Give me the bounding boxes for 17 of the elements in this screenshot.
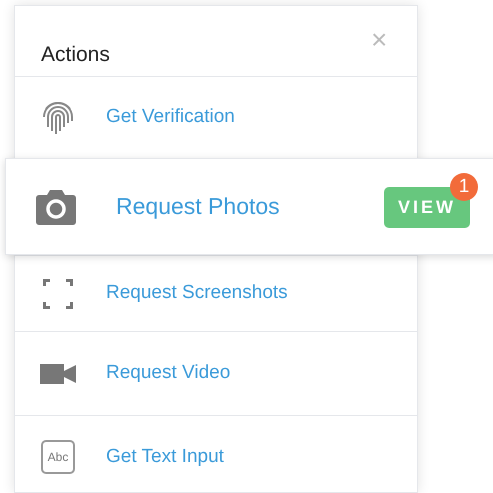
action-label: Get Text Input (106, 444, 224, 469)
camera-icon (35, 188, 77, 224)
video-camera-icon (40, 364, 76, 384)
action-row[interactable]: Request Video (15, 331, 417, 415)
screenshot-frame-icon (43, 278, 73, 308)
action-label: Request Video (106, 361, 230, 386)
action-label: Request Photos (116, 192, 280, 222)
close-button[interactable]: × (371, 26, 388, 54)
panel-title: Actions (41, 44, 110, 65)
text-box-icon: Abc (41, 440, 75, 474)
action-label: Request Screenshots (106, 281, 288, 306)
action-row[interactable]: Get Verification (15, 77, 417, 158)
action-row[interactable]: Request Photos VIEW 1 (5, 158, 493, 255)
action-row[interactable]: Request Screenshots (15, 255, 417, 331)
action-label: Get Verification (106, 105, 235, 130)
action-row[interactable]: Abc Get Text Input (15, 415, 417, 493)
count-badge: 1 (450, 173, 478, 201)
